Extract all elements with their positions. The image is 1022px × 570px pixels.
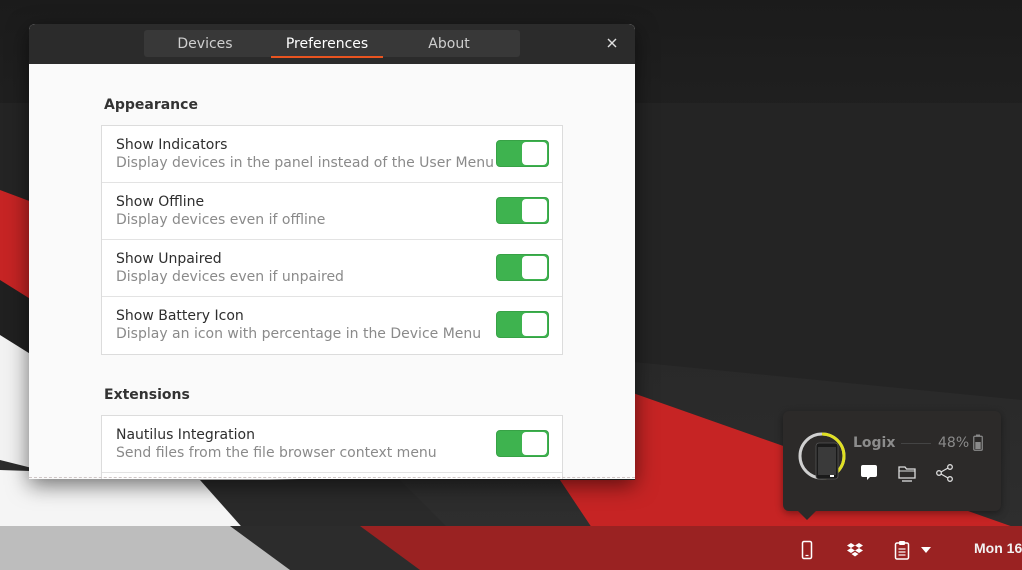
section-title-appearance: Appearance: [104, 97, 198, 113]
setting-title: Nautilus Integration: [116, 427, 255, 443]
setting-title: Show Indicators: [116, 137, 228, 153]
tab-about[interactable]: About: [388, 30, 510, 57]
header-bar: Devices Preferences About: [29, 24, 635, 64]
device-popover: Logix 48%: [783, 411, 1001, 511]
message-bubble-icon[interactable]: [859, 463, 879, 483]
setting-row-show-indicators: Show Indicators Display devices in the p…: [102, 126, 562, 183]
popover-arrow: [797, 510, 817, 520]
scroll-edge: [29, 477, 635, 478]
preferences-dialog: Devices Preferences About Appearance Sho…: [29, 24, 635, 479]
setting-subtitle: Display devices even if unpaired: [116, 269, 344, 285]
separator: [901, 443, 931, 444]
setting-row-show-offline: Show Offline Display devices even if off…: [102, 183, 562, 240]
appearance-group: Show Indicators Display devices in the p…: [101, 125, 563, 355]
close-icon: [607, 38, 617, 48]
extensions-group: Nautilus Integration Send files from the…: [101, 415, 563, 479]
show-unpaired-switch[interactable]: [496, 254, 549, 281]
folder-icon[interactable]: [897, 463, 917, 483]
close-button[interactable]: [603, 34, 621, 52]
setting-row-show-unpaired: Show Unpaired Display devices even if un…: [102, 240, 562, 297]
setting-subtitle: Display devices in the panel instead of …: [116, 155, 494, 171]
device-battery-ring[interactable]: [797, 431, 847, 481]
tab-preferences[interactable]: Preferences: [266, 30, 388, 58]
panel-decoration: [0, 526, 420, 570]
share-icon[interactable]: [935, 463, 955, 483]
setting-title: Show Unpaired: [116, 251, 222, 267]
setting-row-show-battery-icon: Show Battery Icon Display an icon with p…: [102, 297, 562, 354]
phone-indicator-icon[interactable]: [801, 540, 813, 560]
setting-row-nautilus-integration: Nautilus Integration Send files from the…: [102, 416, 562, 473]
preferences-content: Appearance Show Indicators Display devic…: [29, 64, 635, 479]
nautilus-integration-switch[interactable]: [496, 430, 549, 457]
clock[interactable]: Mon 16: [974, 540, 1022, 556]
clipboard-icon[interactable]: [894, 540, 910, 560]
tab-switcher: Devices Preferences About: [144, 30, 520, 58]
section-title-extensions: Extensions: [104, 387, 190, 403]
setting-subtitle: Send files from the file browser context…: [116, 445, 437, 461]
show-offline-switch[interactable]: [496, 197, 549, 224]
battery-percentage: 48%: [938, 435, 970, 451]
dropdown-arrow-icon[interactable]: [920, 546, 932, 554]
battery-icon: [973, 434, 983, 451]
tab-devices[interactable]: Devices: [144, 30, 266, 57]
device-name: Logix: [853, 435, 896, 451]
show-battery-icon-switch[interactable]: [496, 311, 549, 338]
show-indicators-switch[interactable]: [496, 140, 549, 167]
setting-subtitle: Display an icon with percentage in the D…: [116, 326, 482, 342]
setting-subtitle: Display devices even if offline: [116, 212, 326, 228]
setting-title: Show Battery Icon: [116, 308, 244, 324]
setting-title: Show Offline: [116, 194, 205, 210]
dropbox-icon[interactable]: [846, 542, 864, 558]
